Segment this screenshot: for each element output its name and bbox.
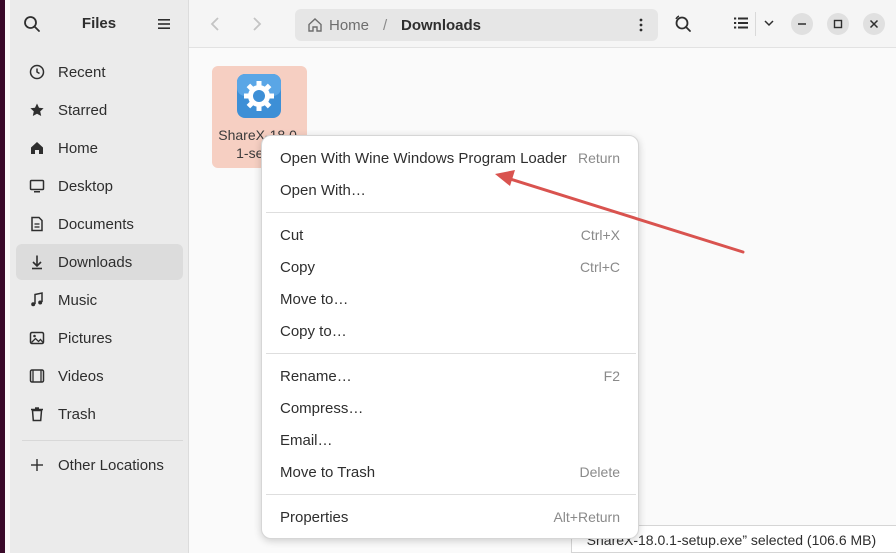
sidebar-item-label: Videos: [58, 367, 104, 385]
menu-separator: [266, 212, 636, 213]
sidebar-item-recent[interactable]: Recent: [16, 54, 183, 90]
menu-item-shortcut: Ctrl+X: [580, 227, 620, 243]
menu-item-rename[interactable]: Rename… F2: [262, 360, 638, 392]
menu-item-email[interactable]: Email…: [262, 424, 638, 456]
breadcrumb-separator: /: [383, 17, 388, 34]
download-icon: [28, 253, 46, 271]
sidebar: Files Recent Starred Home Desktop Docume…: [10, 0, 189, 553]
sidebar-item-pictures[interactable]: Pictures: [16, 320, 183, 356]
menu-item-label: Move to…: [280, 290, 349, 308]
menu-item-label: Rename…: [280, 367, 352, 385]
sidebar-item-starred[interactable]: Starred: [16, 92, 183, 128]
more-options-icon[interactable]: [638, 17, 644, 33]
sidebar-item-label: Music: [58, 291, 98, 309]
sidebar-item-label: Pictures: [58, 329, 113, 347]
menu-item-properties[interactable]: Properties Alt+Return: [262, 501, 638, 533]
sidebar-item-home[interactable]: Home: [16, 130, 183, 166]
header-divider: [755, 12, 756, 36]
sidebar-item-desktop[interactable]: Desktop: [16, 168, 183, 204]
menu-item-label: Cut: [280, 226, 304, 244]
application-gear-icon: [237, 74, 281, 118]
clock-icon: [28, 63, 46, 81]
menu-item-label: Move to Trash: [280, 463, 376, 481]
sidebar-item-label: Home: [58, 139, 99, 157]
breadcrumb-current[interactable]: Downloads: [401, 17, 481, 34]
menu-item-label: Compress…: [280, 399, 364, 417]
menu-item-open-with-wine[interactable]: Open With Wine Windows Program Loader Ret…: [262, 142, 638, 174]
menu-item-shortcut: Alt+Return: [553, 509, 620, 525]
chevron-down-icon[interactable]: [763, 17, 775, 29]
menu-item-label: Copy: [280, 258, 316, 276]
sidebar-item-label: Recent: [58, 63, 106, 81]
minimize-button[interactable]: [791, 13, 813, 35]
close-button[interactable]: [863, 13, 885, 35]
menu-item-open-with[interactable]: Open With…: [262, 174, 638, 206]
menu-item-move-to[interactable]: Move to…: [262, 283, 638, 315]
document-icon: [28, 215, 46, 233]
sidebar-item-documents[interactable]: Documents: [16, 206, 183, 242]
hamburger-menu-icon[interactable]: [156, 16, 172, 32]
star-icon: [28, 101, 46, 119]
menu-item-compress[interactable]: Compress…: [262, 392, 638, 424]
breadcrumb-home[interactable]: Home: [329, 17, 369, 34]
search-icon[interactable]: [673, 14, 693, 34]
path-bar[interactable]: Home / Downloads: [295, 9, 658, 41]
files-window: Files Recent Starred Home Desktop Docume…: [0, 0, 896, 553]
list-view-icon[interactable]: [733, 15, 749, 31]
sidebar-item-label: Trash: [58, 405, 96, 423]
menu-item-shortcut: F2: [603, 368, 620, 384]
sidebar-item-label: Starred: [58, 101, 108, 119]
menu-item-copy-to[interactable]: Copy to…: [262, 315, 638, 347]
sidebar-item-music[interactable]: Music: [16, 282, 183, 318]
menu-item-shortcut: Delete: [579, 464, 620, 480]
home-icon: [28, 139, 46, 157]
maximize-icon: [833, 19, 843, 29]
menu-item-copy[interactable]: Copy Ctrl+C: [262, 251, 638, 283]
menu-item-shortcut: Return: [577, 150, 620, 166]
sidebar-item-label: Downloads: [58, 253, 133, 271]
menu-item-label: Open With Wine Windows Program Loader: [280, 149, 567, 167]
home-icon: [308, 18, 322, 32]
back-arrow-icon[interactable]: [207, 14, 225, 34]
maximize-button[interactable]: [827, 13, 849, 35]
sidebar-item-trash[interactable]: Trash: [16, 396, 183, 432]
menu-item-label: Email…: [280, 431, 333, 449]
sidebar-item-downloads[interactable]: Downloads: [16, 244, 183, 280]
sidebar-item-label: Other Locations: [58, 456, 164, 474]
close-icon: [869, 19, 879, 29]
music-icon: [28, 291, 46, 309]
menu-item-label: Copy to…: [280, 322, 347, 340]
menu-item-label: Open With…: [280, 181, 366, 199]
sidebar-item-other-locations[interactable]: Other Locations: [16, 447, 183, 483]
menu-item-label: Properties: [280, 508, 349, 526]
menu-separator: [266, 353, 636, 354]
menu-item-cut[interactable]: Cut Ctrl+X: [262, 219, 638, 251]
forward-arrow-icon[interactable]: [247, 14, 265, 34]
desktop-icon: [28, 177, 46, 195]
menu-item-shortcut: Ctrl+C: [579, 259, 620, 275]
sidebar-divider: [22, 440, 183, 441]
picture-icon: [28, 329, 46, 347]
sidebar-item-label: Documents: [58, 215, 134, 233]
plus-icon: [28, 456, 46, 474]
sidebar-item-label: Desktop: [58, 177, 114, 195]
header-bar: Home / Downloads: [189, 0, 896, 48]
trash-icon: [28, 405, 46, 423]
menu-separator: [266, 494, 636, 495]
context-menu: Open With Wine Windows Program Loader Ret…: [261, 135, 639, 539]
sidebar-item-videos[interactable]: Videos: [16, 358, 183, 394]
sidebar-header: Files: [10, 0, 188, 48]
video-icon: [28, 367, 46, 385]
minimize-icon: [798, 23, 806, 25]
menu-item-move-to-trash[interactable]: Move to Trash Delete: [262, 456, 638, 488]
